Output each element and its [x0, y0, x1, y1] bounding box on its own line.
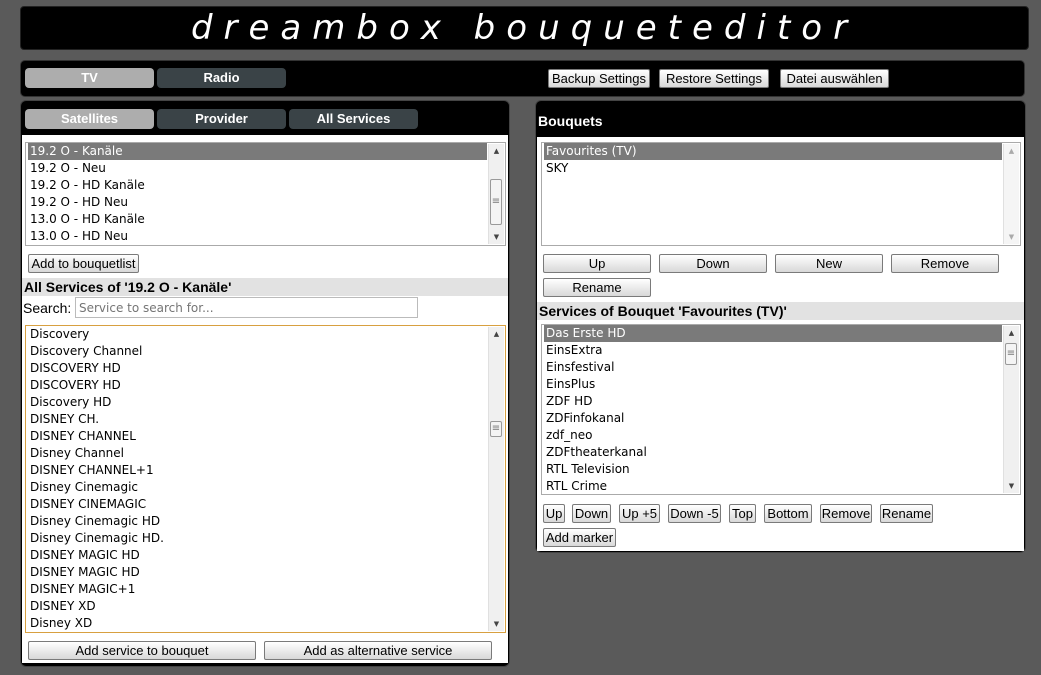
- bouquet-new-button[interactable]: New: [775, 254, 883, 273]
- file-select-button[interactable]: Datei auswählen: [780, 69, 889, 88]
- service-list-item[interactable]: Disney Channel: [28, 445, 487, 462]
- bouquets-panel-body: Favourites (TV) SKY ▲ ▼ Up Down New Remov…: [537, 137, 1024, 551]
- bouquet-down-button[interactable]: Down: [659, 254, 767, 273]
- bouquet-list-scrollbar[interactable]: ▲ ▼: [1003, 144, 1019, 244]
- bouquet-service-item[interactable]: ZDFinfokanal: [544, 410, 1002, 427]
- services-list-scrollbar[interactable]: ▲ ▼: [488, 327, 504, 631]
- services-panel-body: 19.2 O - Kanäle 19.2 O - Neu 19.2 O - HD K…: [22, 135, 508, 663]
- scroll-thumb[interactable]: [1005, 343, 1017, 365]
- tab-all-services[interactable]: All Services: [289, 109, 418, 129]
- service-top-button[interactable]: Top: [729, 504, 756, 523]
- scroll-thumb[interactable]: [490, 421, 502, 437]
- bouquet-rename-button[interactable]: Rename: [543, 278, 651, 297]
- service-down-button[interactable]: Down: [572, 504, 611, 523]
- service-list-item[interactable]: Discovery Channel: [28, 343, 487, 360]
- bouquet-remove-button[interactable]: Remove: [891, 254, 999, 273]
- tab-radio[interactable]: Radio: [157, 68, 286, 88]
- top-toolbar: TV Radio Backup Settings Restore Setting…: [20, 60, 1025, 97]
- service-list-item[interactable]: DISNEY MAGIC HD: [28, 547, 487, 564]
- service-list-item[interactable]: Discovery HD: [28, 394, 487, 411]
- satellite-list-item[interactable]: 19.2 O - HD Kanäle: [28, 177, 487, 194]
- scroll-up-icon[interactable]: ▲: [1004, 144, 1019, 158]
- service-up5-button[interactable]: Up +5: [619, 504, 660, 523]
- bouquet-service-item[interactable]: zdf_neo: [544, 427, 1002, 444]
- all-services-heading: All Services of '19.2 O - Kanäle': [22, 278, 508, 296]
- service-bottom-button[interactable]: Bottom: [764, 504, 812, 523]
- bouquet-service-item[interactable]: EinsPlus: [544, 376, 1002, 393]
- bouquet-service-item[interactable]: ZDF HD: [544, 393, 1002, 410]
- scroll-down-icon[interactable]: ▼: [1004, 230, 1019, 244]
- search-label: Search:: [23, 300, 72, 316]
- scroll-down-icon[interactable]: ▼: [489, 230, 504, 244]
- bouquets-heading: Bouquets: [538, 113, 603, 129]
- service-list-item[interactable]: DISCOVERY HD: [28, 377, 487, 394]
- satellite-list-item[interactable]: 19.2 O - Kanäle: [28, 143, 487, 160]
- bouquet-list[interactable]: Favourites (TV) SKY ▲ ▼: [541, 142, 1021, 246]
- services-panel: Satellites Provider All Services 19.2 O …: [20, 100, 510, 667]
- bouquet-service-item[interactable]: Einsfestival: [544, 359, 1002, 376]
- service-list-item[interactable]: DISNEY CHANNEL+1: [28, 462, 487, 479]
- scroll-down-icon[interactable]: ▼: [1004, 479, 1019, 493]
- add-to-bouquetlist-button[interactable]: Add to bouquetlist: [28, 254, 139, 273]
- service-list-item[interactable]: DISNEY CH.: [28, 411, 487, 428]
- satellite-list-item[interactable]: 13.0 O - HD Kanäle: [28, 211, 487, 228]
- bouquet-services-heading: Services of Bouquet 'Favourites (TV)': [537, 302, 1024, 320]
- bouquet-list-item[interactable]: SKY: [544, 160, 1002, 177]
- restore-settings-button[interactable]: Restore Settings: [659, 69, 769, 88]
- service-list-item[interactable]: Disney Cinemagic HD: [28, 513, 487, 530]
- bouquet-service-item[interactable]: ZDFtheaterkanal: [544, 444, 1002, 461]
- service-list-item[interactable]: DISNEY XD: [28, 598, 487, 615]
- scroll-down-icon[interactable]: ▼: [489, 617, 504, 631]
- service-remove-button[interactable]: Remove: [820, 504, 872, 523]
- bouquets-panel: Bouquets Favourites (TV) SKY ▲ ▼ Up Down …: [535, 100, 1026, 553]
- service-down5-button[interactable]: Down -5: [668, 504, 721, 523]
- scroll-thumb[interactable]: [490, 179, 502, 225]
- backup-settings-button[interactable]: Backup Settings: [548, 69, 650, 88]
- bouquet-service-item[interactable]: EinsExtra: [544, 342, 1002, 359]
- add-service-to-bouquet-button[interactable]: Add service to bouquet: [28, 641, 256, 660]
- service-list-item[interactable]: Discovery: [28, 326, 487, 343]
- service-up-button[interactable]: Up: [543, 504, 565, 523]
- satellite-list[interactable]: 19.2 O - Kanäle 19.2 O - Neu 19.2 O - HD K…: [25, 142, 506, 246]
- scroll-up-icon[interactable]: ▲: [1004, 326, 1019, 340]
- tab-provider[interactable]: Provider: [157, 109, 286, 129]
- satellite-list-scrollbar[interactable]: ▲ ▼: [488, 144, 504, 244]
- search-input[interactable]: [75, 297, 418, 318]
- bouquet-up-button[interactable]: Up: [543, 254, 651, 273]
- add-alternative-service-button[interactable]: Add as alternative service: [264, 641, 492, 660]
- app-header: dreambox bouqueteditor: [20, 6, 1029, 50]
- service-list-item[interactable]: DISNEY MAGIC HD: [28, 564, 487, 581]
- tab-satellites[interactable]: Satellites: [25, 109, 154, 129]
- service-list-item[interactable]: Disney Cinemagic: [28, 479, 487, 496]
- service-list-item[interactable]: Disney XD: [28, 615, 487, 632]
- satellite-list-item[interactable]: 19.2 O - HD Neu: [28, 194, 487, 211]
- scroll-up-icon[interactable]: ▲: [489, 327, 504, 341]
- scroll-up-icon[interactable]: ▲: [489, 144, 504, 158]
- service-list-item[interactable]: DISNEY CINEMAGIC: [28, 496, 487, 513]
- bouquet-services-scrollbar[interactable]: ▲ ▼: [1003, 326, 1019, 493]
- bouquet-services-list[interactable]: Das Erste HD EinsExtra Einsfestival EinsPlu…: [541, 324, 1021, 495]
- service-list-item[interactable]: DISCOVERY HD: [28, 360, 487, 377]
- service-rename-button[interactable]: Rename: [880, 504, 933, 523]
- service-list-item[interactable]: Disney Cinemagic HD.: [28, 530, 487, 547]
- bouquet-service-item[interactable]: RTL Television: [544, 461, 1002, 478]
- tab-tv[interactable]: TV: [25, 68, 154, 88]
- services-list[interactable]: Discovery Discovery Channel DISCOVERY HD DI…: [25, 325, 506, 633]
- bouquet-service-item[interactable]: Das Erste HD: [544, 325, 1002, 342]
- add-marker-button[interactable]: Add marker: [543, 528, 616, 547]
- satellite-list-item[interactable]: 13.0 O - HD Neu: [28, 228, 487, 245]
- bouquet-service-item[interactable]: RTL Crime: [544, 478, 1002, 494]
- bouquet-list-item[interactable]: Favourites (TV): [544, 143, 1002, 160]
- satellite-list-item[interactable]: 19.2 O - Neu: [28, 160, 487, 177]
- service-list-item[interactable]: DISNEY CHANNEL: [28, 428, 487, 445]
- service-list-item[interactable]: DISNEY MAGIC+1: [28, 581, 487, 598]
- app-title: dreambox bouqueteditor: [190, 8, 859, 48]
